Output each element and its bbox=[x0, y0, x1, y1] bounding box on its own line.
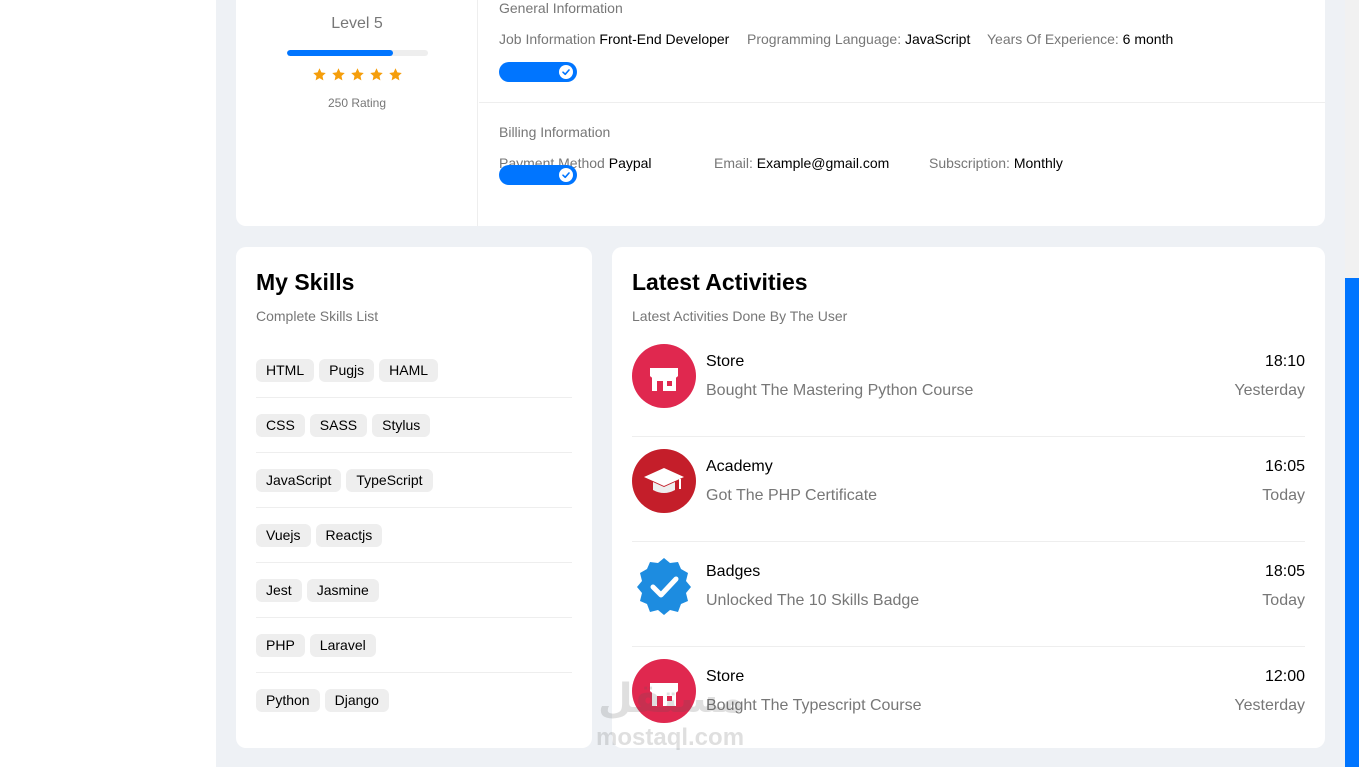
skill-row: JavaScript TypeScript bbox=[256, 453, 572, 508]
activity-name: Store bbox=[706, 668, 745, 685]
skill-tag: Jest bbox=[256, 578, 302, 602]
activity-time: 16:05 bbox=[1264, 458, 1305, 475]
verified-badge-icon bbox=[632, 554, 696, 618]
latest-activities-card: Latest Activities Latest Activities Done… bbox=[612, 247, 1325, 748]
activity-name: Store bbox=[706, 353, 745, 370]
star-icon bbox=[369, 68, 383, 81]
activity-day: Yesterday bbox=[1234, 697, 1305, 714]
level-label: Level 5 bbox=[331, 15, 383, 32]
programming-language: Programming Language: JavaScript bbox=[747, 31, 971, 47]
activity-time: 12:00 bbox=[1264, 668, 1305, 685]
general-information-title: General Information bbox=[499, 0, 623, 16]
rating-count: 250 Rating bbox=[327, 96, 387, 110]
skill-tag: Django bbox=[324, 689, 389, 712]
skill-row: CSS SASS Stylus bbox=[256, 398, 572, 453]
activity-day: Yesterday bbox=[1234, 382, 1305, 399]
skill-tag: Pugjs bbox=[319, 358, 375, 382]
skill-tag: HAML bbox=[379, 358, 439, 382]
activity-time: 18:05 bbox=[1264, 563, 1305, 580]
store-icon bbox=[632, 659, 696, 723]
billing-information-section: Billing Information Payment Method Paypa… bbox=[479, 103, 1325, 226]
star-icon bbox=[350, 68, 364, 81]
general-information-toggle[interactable] bbox=[499, 62, 577, 82]
skill-tag: JavaScript bbox=[256, 468, 342, 492]
skill-row: HTML Pugjs HAML bbox=[256, 343, 572, 398]
check-icon bbox=[559, 65, 573, 79]
level-progress-bar bbox=[287, 50, 428, 56]
years-of-experience: Years Of Experience: 6 month bbox=[987, 31, 1174, 47]
skill-tag: PHP bbox=[256, 633, 305, 657]
activity-item: Store Bought The Mastering Python Course 1… bbox=[632, 332, 1305, 437]
rating-stars bbox=[236, 67, 478, 82]
skills-title: My Skills bbox=[256, 269, 355, 295]
scrollbar-thumb[interactable] bbox=[1345, 278, 1359, 767]
skill-tag: SASS bbox=[309, 413, 368, 437]
activity-name: Academy bbox=[706, 458, 773, 475]
activities-title: Latest Activities bbox=[632, 269, 808, 295]
star-icon bbox=[331, 68, 345, 81]
activities-subtitle: Latest Activities Done By The User bbox=[632, 308, 848, 324]
level-progress-fill bbox=[287, 50, 393, 56]
activity-day: Today bbox=[1262, 592, 1305, 609]
activity-time: 18:10 bbox=[1264, 353, 1305, 370]
email: Email: Example@gmail.com bbox=[714, 155, 890, 171]
star-icon bbox=[388, 68, 402, 81]
sidebar bbox=[0, 0, 216, 767]
star-icon bbox=[312, 68, 326, 81]
scrollbar-track[interactable] bbox=[1345, 0, 1359, 767]
skills-card: My Skills Complete Skills List HTML Pugjs… bbox=[236, 247, 592, 748]
activity-item: Store Bought The Typescript Course 12:00 Ye… bbox=[632, 647, 1305, 748]
skill-row: Vuejs Reactjs bbox=[256, 508, 572, 563]
skill-tag: Laravel bbox=[309, 633, 376, 657]
job-information: Job Information Front-End Developer bbox=[499, 31, 730, 47]
skill-row: PHP Laravel bbox=[256, 618, 572, 673]
activity-description: Unlocked The 10 Skills Badge bbox=[706, 592, 920, 609]
skill-row: Jest Jasmine bbox=[256, 563, 572, 618]
billing-information-title: Billing Information bbox=[499, 124, 611, 140]
skill-tag: Vuejs bbox=[256, 523, 311, 547]
activity-item: Badges Unlocked The 10 Skills Badge 18:05 T… bbox=[632, 542, 1305, 647]
skill-tag: TypeScript bbox=[346, 468, 433, 492]
activity-name: Badges bbox=[706, 563, 761, 580]
profile-summary: Level 5 250 Rating bbox=[236, 0, 478, 226]
skill-tag: Stylus bbox=[372, 413, 431, 437]
activity-day: Today bbox=[1262, 487, 1305, 504]
activity-description: Bought The Typescript Course bbox=[706, 697, 922, 714]
skill-row: Python Django bbox=[256, 673, 572, 728]
graduation-cap-icon bbox=[632, 449, 696, 513]
general-information-section: General Information Job Information Fron… bbox=[479, 0, 1325, 103]
store-icon bbox=[632, 344, 696, 408]
skill-tag: HTML bbox=[256, 358, 315, 382]
skill-tag: CSS bbox=[256, 413, 305, 437]
activity-description: Bought The Mastering Python Course bbox=[706, 382, 974, 399]
billing-information-toggle[interactable] bbox=[499, 165, 577, 185]
activity-item: Academy Got The PHP Certificate 16:05 Today bbox=[632, 437, 1305, 542]
skill-tag: Python bbox=[256, 689, 320, 712]
check-icon bbox=[559, 168, 573, 182]
profile-card: Level 5 250 Rating General Information J… bbox=[236, 0, 1325, 226]
activity-description: Got The PHP Certificate bbox=[706, 487, 878, 504]
skill-tag: Jasmine bbox=[306, 578, 379, 602]
subscription: Subscription: Monthly bbox=[929, 155, 1063, 171]
skill-tag: Reactjs bbox=[315, 523, 383, 547]
skills-subtitle: Complete Skills List bbox=[256, 308, 379, 324]
